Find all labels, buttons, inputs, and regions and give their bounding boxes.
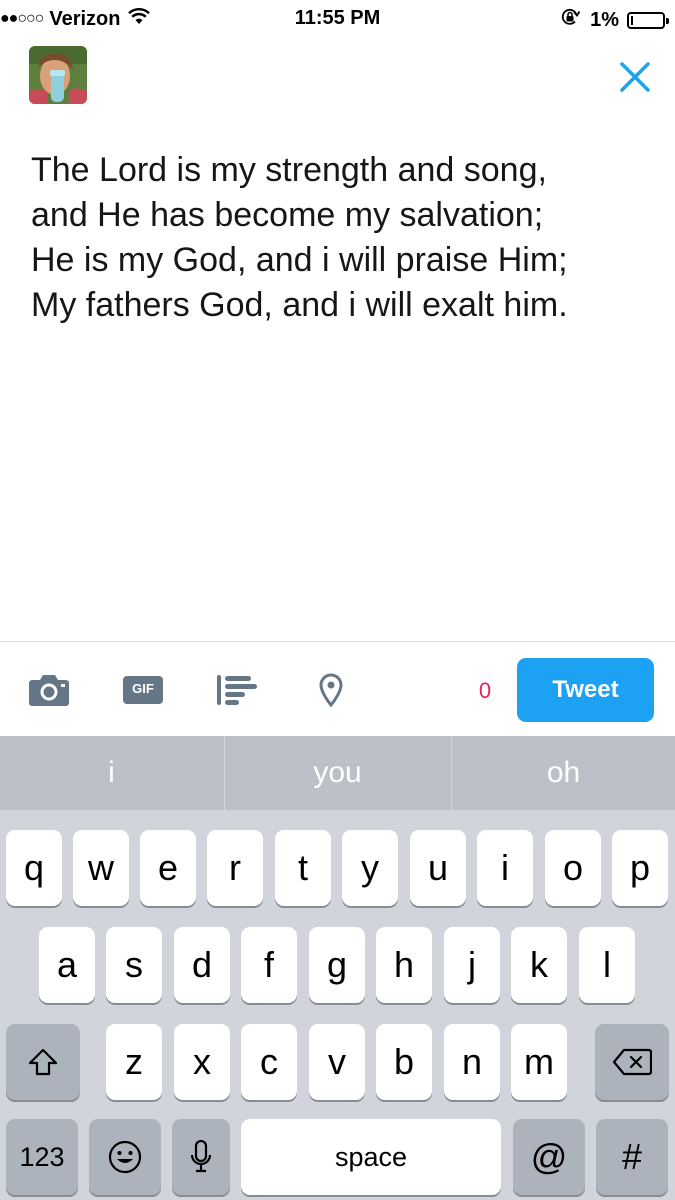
at-key[interactable]: @ <box>513 1119 585 1195</box>
tweet-text-input[interactable]: The Lord is my strength and song, and He… <box>31 148 651 328</box>
delete-key[interactable] <box>595 1024 669 1100</box>
close-icon <box>620 62 650 92</box>
keyboard: i you oh q w e r t y u i o p a s d f g h… <box>0 736 675 1200</box>
character-counter: 0 <box>478 678 492 703</box>
battery-icon <box>627 11 669 29</box>
key-y[interactable]: y <box>342 830 398 906</box>
key-h[interactable]: h <box>376 927 432 1003</box>
close-button[interactable] <box>610 52 660 102</box>
hash-key[interactable]: # <box>596 1119 668 1195</box>
poll-button[interactable] <box>216 668 258 712</box>
suggestion-2[interactable]: you <box>225 736 450 810</box>
key-v[interactable]: v <box>309 1024 365 1100</box>
key-f[interactable]: f <box>241 927 297 1003</box>
tweet-button[interactable]: Tweet <box>517 658 654 722</box>
dictation-key[interactable] <box>172 1119 230 1195</box>
numbers-key[interactable]: 123 <box>6 1119 78 1195</box>
space-key[interactable]: space <box>241 1119 501 1195</box>
status-bar: ●●○○○ Verizon 11:55 PM 1% <box>0 0 675 40</box>
key-p[interactable]: p <box>612 830 668 906</box>
key-x[interactable]: x <box>174 1024 230 1100</box>
key-n[interactable]: n <box>444 1024 500 1100</box>
poll-icon <box>217 675 257 705</box>
key-i[interactable]: i <box>477 830 533 906</box>
predictive-bar: i you oh <box>0 736 675 810</box>
key-r[interactable]: r <box>207 830 263 906</box>
key-m[interactable]: m <box>511 1024 567 1100</box>
microphone-icon <box>190 1140 212 1173</box>
key-z[interactable]: z <box>106 1024 162 1100</box>
gif-button[interactable]: GIF <box>122 668 164 712</box>
key-w[interactable]: w <box>73 830 129 906</box>
rotation-lock-icon <box>560 7 581 33</box>
location-pin-icon <box>319 673 343 707</box>
key-u[interactable]: u <box>410 830 466 906</box>
emoji-key[interactable] <box>89 1119 161 1195</box>
key-b[interactable]: b <box>376 1024 432 1100</box>
key-e[interactable]: e <box>140 830 196 906</box>
key-k[interactable]: k <box>511 927 567 1003</box>
key-d[interactable]: d <box>174 927 230 1003</box>
camera-button[interactable] <box>26 668 72 712</box>
gif-label: GIF <box>132 681 154 696</box>
key-s[interactable]: s <box>106 927 162 1003</box>
key-a[interactable]: a <box>39 927 95 1003</box>
key-q[interactable]: q <box>6 830 62 906</box>
suggestion-1[interactable]: i <box>0 736 223 810</box>
location-button[interactable] <box>318 668 344 712</box>
status-right: 1% <box>560 7 669 33</box>
camera-icon <box>29 675 69 706</box>
key-t[interactable]: t <box>275 830 331 906</box>
key-c[interactable]: c <box>241 1024 297 1100</box>
key-g[interactable]: g <box>309 927 365 1003</box>
shift-key[interactable] <box>6 1024 80 1100</box>
suggestion-3[interactable]: oh <box>452 736 675 810</box>
battery-percent: 1% <box>590 8 619 31</box>
shift-icon <box>28 1048 58 1076</box>
key-o[interactable]: o <box>545 830 601 906</box>
key-j[interactable]: j <box>444 927 500 1003</box>
key-l[interactable]: l <box>579 927 635 1003</box>
backspace-icon <box>612 1048 652 1076</box>
emoji-icon <box>108 1140 142 1174</box>
avatar[interactable] <box>29 46 87 104</box>
